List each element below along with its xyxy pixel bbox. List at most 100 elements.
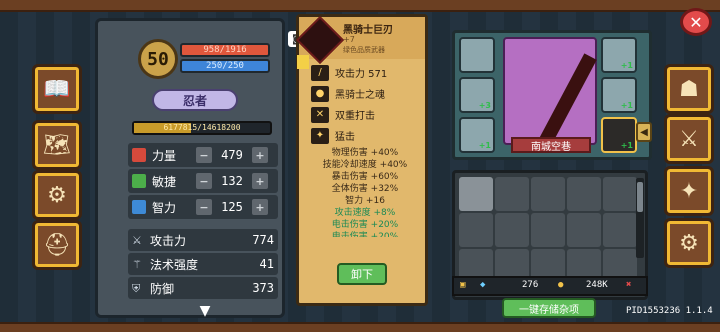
attribute-name: 智力: [152, 200, 177, 215]
stat-name: 攻击力: [150, 233, 187, 248]
scroll-thumb[interactable]: [637, 182, 643, 212]
settings-button[interactable]: ⚙: [664, 218, 714, 268]
item-tooltip: 黑骑士巨刃 +7 绿色品质武器 / 攻击力 571 ● 黑骑士之魂 ✕ 双重打击…: [295, 14, 428, 306]
item-subtitle: 绿色品质武器: [343, 46, 385, 54]
green-bonus-line: 攻击速度 +8%: [334, 208, 396, 218]
attribute-row: 力量 − 479 +: [128, 143, 278, 167]
expand-chevron-icon[interactable]: ▼: [190, 304, 220, 318]
increase-button[interactable]: +: [252, 147, 268, 163]
inventory-scrollbar[interactable]: [636, 178, 644, 258]
inventory-cell[interactable]: [495, 213, 529, 247]
equip-slot-helm[interactable]: +3: [459, 77, 495, 113]
attribute-row: 敏捷 − 132 +: [128, 169, 278, 193]
attribute-row: 智力 − 125 +: [128, 195, 278, 219]
store-all-button[interactable]: 一键存储杂项: [502, 298, 596, 318]
character-button[interactable]: ☗: [664, 64, 714, 114]
skill-name: 双重打击: [335, 111, 375, 122]
secondary-stats: ⚔ 攻击力 774 ⚚ 法术强度 41 ⛨ 防御 373: [128, 229, 278, 301]
bookmark-ribbon-icon: [297, 55, 309, 69]
enhance-label: +1: [620, 141, 633, 150]
currency-bar: ▣ ◆ 276 ● 248K ✖: [452, 276, 648, 296]
item-enhance: +7: [343, 35, 355, 44]
inventory-cell[interactable]: [567, 213, 601, 247]
helm-button[interactable]: ⛑: [32, 220, 82, 270]
skill-name: 猛击: [335, 132, 355, 143]
decrease-button[interactable]: −: [196, 173, 212, 189]
stat-row: ⚚ 法术强度 41: [128, 253, 278, 275]
attribute-value: 125: [221, 200, 243, 214]
helm-icon: ⛑: [43, 232, 71, 258]
bonus-line: 暴击伤害 +60%: [331, 172, 399, 182]
stat-value: 41: [259, 257, 274, 271]
lock-icon[interactable]: ▣: [460, 280, 465, 290]
inventory-cell[interactable]: [459, 213, 493, 247]
enhance-label: +1: [620, 101, 633, 110]
double-strike-icon: ✕: [311, 106, 329, 123]
attribute-name: 敏捷: [152, 174, 177, 189]
inventory-cell[interactable]: [603, 177, 637, 211]
decrease-button[interactable]: −: [196, 199, 212, 215]
sword-icon: ⚔: [132, 234, 142, 247]
collapse-arrow-icon[interactable]: ◀: [636, 122, 652, 142]
green-bonus-line: 电击伤害 +20%: [331, 220, 399, 230]
inventory-cell[interactable]: [603, 213, 637, 247]
sword-icon: /: [311, 64, 329, 81]
equip-slot-weapon[interactable]: +1: [601, 117, 637, 153]
enhance-label: +1: [478, 141, 491, 150]
exp-bar: 6177815/14618200: [132, 121, 272, 135]
helmet-icon: ☗: [679, 76, 699, 102]
stat-row: ⚔ 攻击力 774: [128, 229, 278, 251]
bonus-line: 智力 +16: [345, 196, 385, 206]
item-header: 黑骑士巨刃 +7 绿色品质武器: [295, 15, 425, 65]
hp-bar: 958/1916: [180, 43, 270, 57]
unequip-button[interactable]: 卸下: [337, 263, 387, 285]
gold-coin-icon: ●: [558, 280, 564, 290]
trash-icon[interactable]: ✖: [626, 280, 631, 290]
top-wood-band: [0, 0, 720, 12]
enhance-label: +1: [620, 61, 633, 70]
equip-slot-shield[interactable]: +1: [601, 37, 637, 73]
stat-value: 373: [252, 281, 274, 295]
inventory-cell[interactable]: [531, 213, 565, 247]
strength-icon: [132, 148, 146, 162]
hero-name: 南城空巷: [511, 137, 591, 153]
inventory-cell-feather[interactable]: [459, 177, 493, 211]
close-icon: ✕: [689, 12, 703, 32]
level-badge: 50: [138, 39, 178, 79]
increase-button[interactable]: +: [252, 199, 268, 215]
codex-button[interactable]: 📖: [32, 64, 82, 114]
shield-icon: ⛨: [132, 282, 141, 295]
inventory-cell[interactable]: [567, 177, 601, 211]
compass-button[interactable]: ✦: [664, 166, 714, 216]
gear-shop-icon: ⚙: [47, 182, 67, 208]
equip-slot-ring[interactable]: +1: [601, 77, 637, 113]
inventory-cell[interactable]: [531, 177, 565, 211]
green-bonus-line: 电击伤害 +20%: [331, 232, 399, 237]
item-skill: ✕ 双重打击: [311, 105, 419, 124]
equip-slot-boots[interactable]: +1: [459, 117, 495, 153]
skills-button[interactable]: ⚔: [664, 114, 714, 164]
item-skill: ● 黑骑士之魂: [311, 84, 419, 103]
stat-row: ⛨ 防御 373: [128, 277, 278, 299]
swords-icon: ⚔: [679, 126, 699, 152]
bottom-wood-band: [0, 322, 720, 332]
inventory-cell[interactable]: [495, 177, 529, 211]
equip-slot-armor[interactable]: [459, 37, 495, 73]
attack-text: 攻击力 571: [335, 69, 388, 80]
close-button[interactable]: ✕: [680, 8, 712, 36]
increase-button[interactable]: +: [252, 173, 268, 189]
exp-text: 6177815/14618200: [163, 123, 241, 132]
item-attack: / 攻击力 571: [311, 63, 419, 82]
bonus-line: 技能冷却速度 +40%: [322, 160, 408, 170]
decrease-button[interactable]: −: [196, 147, 212, 163]
map-button[interactable]: 🗺: [32, 120, 82, 170]
equipment-panel: +3 +1 南城空巷 +1 +1 +1: [452, 30, 652, 160]
player-id: PID1553236 1.1.4: [626, 306, 713, 316]
agility-icon: [132, 174, 146, 188]
intellect-icon: [132, 200, 146, 214]
smash-icon: ✦: [311, 127, 329, 144]
attribute-name: 力量: [152, 148, 177, 163]
settings-icon: ⚙: [679, 230, 699, 256]
shop-button[interactable]: ⚙: [32, 170, 82, 220]
attribute-list: 力量 − 479 + 敏捷 − 132 + 智力 − 125 +: [128, 143, 278, 221]
